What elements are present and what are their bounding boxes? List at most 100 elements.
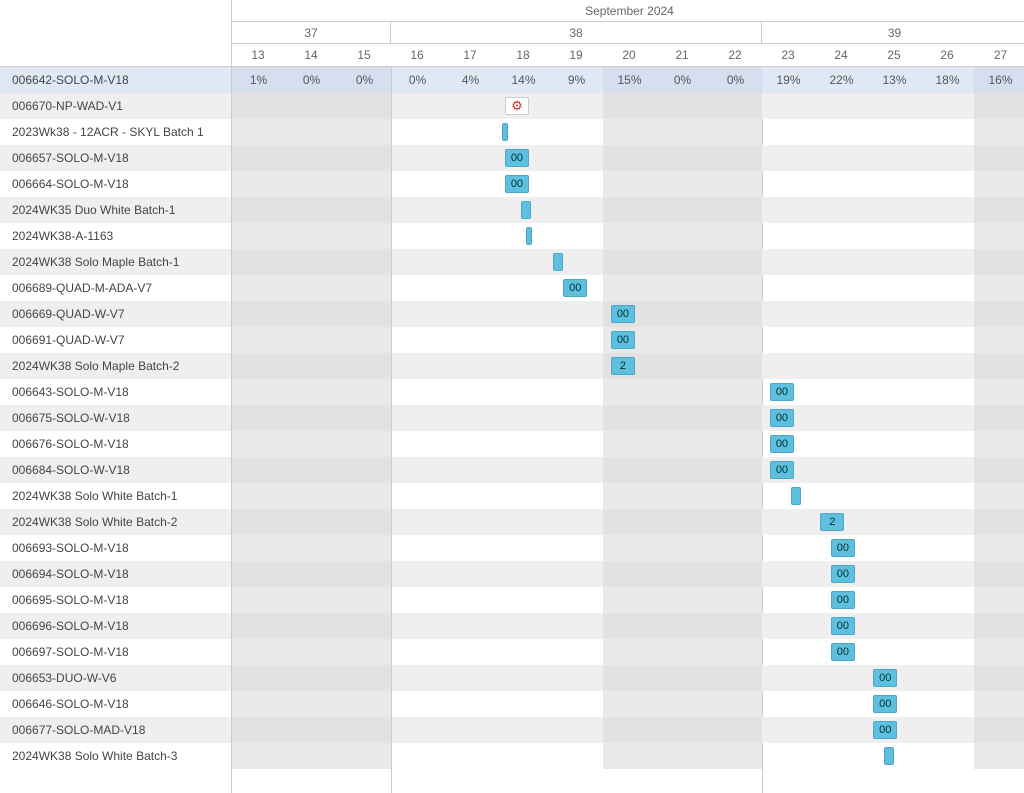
grid-cell (232, 483, 285, 509)
task-bar[interactable] (526, 227, 532, 245)
grid-cell (391, 613, 444, 639)
day-row: 131415161718192021222324252627 (232, 44, 1024, 66)
grid-cell (974, 223, 1024, 249)
task-bar[interactable]: 00 (770, 383, 794, 401)
grid-cell (444, 587, 497, 613)
table-row[interactable]: 00 (232, 639, 1024, 665)
task-bar[interactable]: 00 (770, 409, 794, 427)
table-row[interactable]: 006691-QUAD-W-V7 (0, 327, 231, 353)
task-bar[interactable]: 00 (831, 643, 855, 661)
table-row[interactable]: 2024WK38 Solo Maple Batch-1 (0, 249, 231, 275)
table-row[interactable]: 00 (232, 405, 1024, 431)
task-bar[interactable]: 00 (770, 461, 794, 479)
grid-cell (815, 223, 868, 249)
grid-cell (550, 665, 603, 691)
grid-cell (656, 327, 709, 353)
table-row[interactable]: 00 (232, 171, 1024, 197)
table-row[interactable]: 006653-DUO-W-V6 (0, 665, 231, 691)
table-row[interactable]: 2024WK35 Duo White Batch-1 (0, 197, 231, 223)
table-row[interactable] (232, 249, 1024, 275)
table-row[interactable] (232, 483, 1024, 509)
table-row[interactable]: 006684-SOLO-W-V18 (0, 457, 231, 483)
table-row[interactable]: 006670-NP-WAD-V1 (0, 93, 231, 119)
table-row[interactable]: 00 (232, 561, 1024, 587)
table-row[interactable]: 00 (232, 301, 1024, 327)
task-bar[interactable]: 00 (873, 721, 897, 739)
table-row[interactable] (232, 223, 1024, 249)
table-row[interactable]: 00 (232, 275, 1024, 301)
table-row[interactable]: 2024WK38 Solo White Batch-1 (0, 483, 231, 509)
task-bar[interactable]: 2 (820, 513, 844, 531)
table-row[interactable]: 00 (232, 535, 1024, 561)
table-row[interactable]: 006642-SOLO-M-V18 (0, 67, 231, 93)
table-row[interactable]: 2024WK38 Solo Maple Batch-2 (0, 353, 231, 379)
table-row[interactable]: 006664-SOLO-M-V18 (0, 171, 231, 197)
table-row[interactable] (232, 197, 1024, 223)
table-row[interactable]: 006646-SOLO-M-V18 (0, 691, 231, 717)
table-row[interactable]: 00 (232, 665, 1024, 691)
table-row[interactable]: 2024WK38 Solo White Batch-3 (0, 743, 231, 769)
task-bar[interactable] (791, 487, 801, 505)
task-bar[interactable]: 00 (770, 435, 794, 453)
task-bar[interactable]: 00 (505, 175, 529, 193)
table-row[interactable]: 006657-SOLO-M-V18 (0, 145, 231, 171)
task-bar[interactable]: 2 (611, 357, 635, 375)
grid-cell (338, 223, 391, 249)
task-bar[interactable]: 00 (831, 565, 855, 583)
grid-cell (603, 431, 656, 457)
table-row[interactable] (232, 119, 1024, 145)
grid-cell: 9% (550, 67, 603, 93)
task-bar[interactable]: 00 (831, 617, 855, 635)
table-row[interactable]: 00 (232, 431, 1024, 457)
table-row[interactable]: 00 (232, 327, 1024, 353)
table-row[interactable]: 1%0%0%0%4%14%9%15%0%0%19%22%13%18%16% (232, 67, 1024, 93)
row-label: 006653-DUO-W-V6 (0, 671, 116, 685)
grid-cell (391, 145, 444, 171)
grid-cell (868, 223, 921, 249)
task-bar[interactable] (502, 123, 508, 141)
grid-cell (232, 431, 285, 457)
table-row[interactable]: ⚙ (232, 93, 1024, 119)
table-row[interactable]: 00 (232, 379, 1024, 405)
table-row[interactable]: 006669-QUAD-W-V7 (0, 301, 231, 327)
task-bar[interactable] (553, 253, 563, 271)
table-row[interactable]: 2023Wk38 - 12ACR - SKYL Batch 1 (0, 119, 231, 145)
grid-cell (656, 379, 709, 405)
table-row[interactable]: 2 (232, 353, 1024, 379)
table-row[interactable]: 006697-SOLO-M-V18 (0, 639, 231, 665)
table-row[interactable]: 00 (232, 691, 1024, 717)
table-row[interactable]: 00 (232, 145, 1024, 171)
table-row[interactable]: 2024WK38 Solo White Batch-2 (0, 509, 231, 535)
table-row[interactable]: 006696-SOLO-M-V18 (0, 613, 231, 639)
task-bar[interactable]: 00 (563, 279, 587, 297)
task-bar[interactable]: 00 (831, 539, 855, 557)
table-row[interactable] (232, 743, 1024, 769)
table-row[interactable]: 006695-SOLO-M-V18 (0, 587, 231, 613)
table-row[interactable]: 2024WK38-A-1163 (0, 223, 231, 249)
task-bar[interactable]: 00 (873, 669, 897, 687)
task-bar[interactable]: 00 (611, 305, 635, 323)
table-row[interactable]: 006677-SOLO-MAD-V18 (0, 717, 231, 743)
table-row[interactable]: 006676-SOLO-M-V18 (0, 431, 231, 457)
table-row[interactable]: 00 (232, 613, 1024, 639)
task-bar[interactable]: 00 (873, 695, 897, 713)
table-row[interactable]: 006643-SOLO-M-V18 (0, 379, 231, 405)
table-row[interactable]: 00 (232, 457, 1024, 483)
grid-cell (656, 743, 709, 769)
task-bar[interactable]: 00 (611, 331, 635, 349)
table-row[interactable]: 006693-SOLO-M-V18 (0, 535, 231, 561)
grid-cell (921, 301, 974, 327)
table-row[interactable]: 00 (232, 717, 1024, 743)
table-row[interactable]: 2 (232, 509, 1024, 535)
settings-icon[interactable]: ⚙ (505, 97, 529, 115)
table-row[interactable]: 006675-SOLO-W-V18 (0, 405, 231, 431)
grid-cell (285, 405, 338, 431)
table-row[interactable]: 00 (232, 587, 1024, 613)
table-row[interactable]: 006694-SOLO-M-V18 (0, 561, 231, 587)
task-bar[interactable] (521, 201, 531, 219)
task-bar[interactable]: 00 (505, 149, 529, 167)
task-bar[interactable] (884, 747, 894, 765)
timeline-grid[interactable]: 1%0%0%0%4%14%9%15%0%0%19%22%13%18%16% ⚙ 00… (232, 67, 1024, 793)
table-row[interactable]: 006689-QUAD-M-ADA-V7 (0, 275, 231, 301)
task-bar[interactable]: 00 (831, 591, 855, 609)
